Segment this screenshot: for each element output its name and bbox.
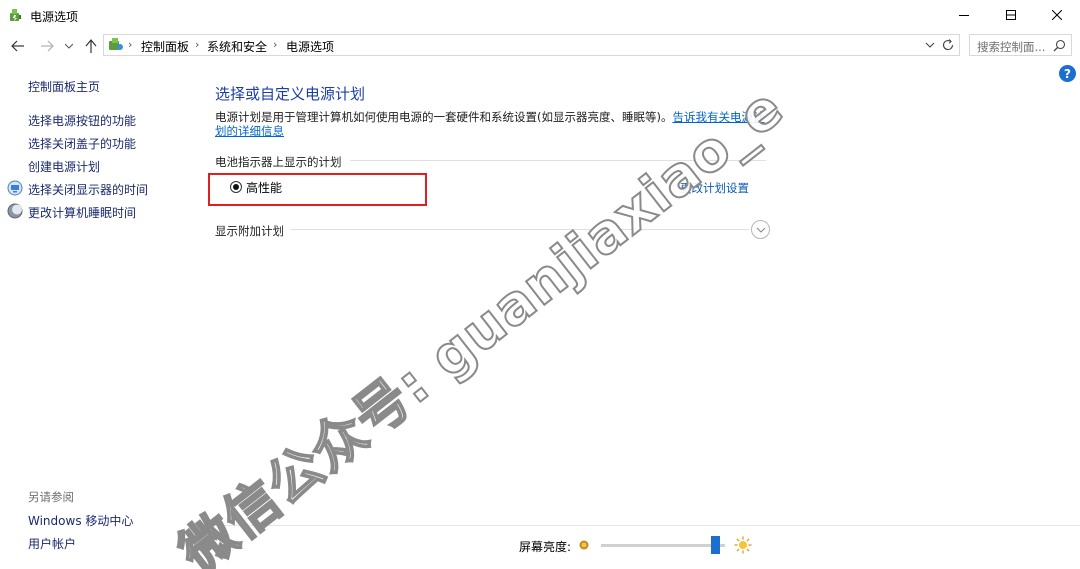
arrow-up-icon — [85, 39, 97, 53]
page-description: 电源计划是用于管理计算机如何使用电源的一套硬件和系统设置(如显示器亮度、睡眠等)… — [215, 110, 767, 138]
chevron-down-icon — [756, 227, 765, 233]
help-icon[interactable]: ? — [1059, 65, 1076, 82]
chevron-down-icon — [65, 43, 73, 49]
title-bar: 电源选项 — [0, 0, 1080, 30]
sidebar-item-sleep-time[interactable]: 更改计算机睡眠时间 — [28, 204, 136, 221]
plan-high-performance[interactable]: 高性能 — [230, 179, 282, 195]
minimize-button-area[interactable] — [941, 0, 987, 30]
screen-brightness-label: 屏幕亮度: — [519, 540, 572, 554]
breadcrumb-system-security[interactable]: 系统和安全 — [207, 38, 267, 55]
arrow-right-icon — [41, 40, 54, 52]
show-additional-plans-label[interactable]: 显示附加计划 — [215, 223, 284, 239]
close-button[interactable] — [1034, 0, 1080, 30]
main-content: ? 选择或自定义电源计划 电源计划是用于管理计算机如何使用电源的一套硬件和系统设… — [195, 62, 1080, 522]
search-placeholder: 搜索控制面... — [977, 40, 1046, 54]
dim-sun-icon — [579, 540, 589, 550]
section-divider — [350, 160, 766, 161]
sidebar-item-create-plan[interactable]: 创建电源计划 — [28, 158, 100, 175]
expand-additional-plans-button[interactable] — [751, 220, 770, 239]
breadcrumb-separator: › — [195, 38, 200, 51]
chevron-down-icon[interactable] — [923, 38, 937, 52]
minimize-icon — [959, 15, 969, 16]
recent-locations-button[interactable] — [62, 36, 76, 56]
plan-radio-selected[interactable] — [230, 181, 242, 193]
breadcrumb-control-panel[interactable]: 控制面板 — [141, 38, 189, 55]
plan-name: 高性能 — [246, 180, 283, 195]
moon-icon — [7, 203, 23, 219]
breadcrumb-separator: › — [273, 38, 278, 51]
back-button[interactable] — [8, 36, 28, 56]
sidebar-item-power-button[interactable]: 选择电源按钮的功能 — [28, 112, 136, 129]
refresh-icon[interactable] — [940, 37, 956, 53]
user-accounts-link[interactable]: 用户帐户 — [28, 535, 76, 552]
window-title: 电源选项 — [30, 10, 79, 24]
search-icon[interactable] — [1053, 39, 1066, 52]
address-bar[interactable]: › 控制面板 › 系统和安全 › 电源选项 — [103, 34, 960, 56]
control-panel-icon — [109, 38, 123, 50]
display-icon — [7, 180, 23, 196]
search-box[interactable]: 搜索控制面... — [969, 34, 1072, 56]
bright-sun-icon — [734, 536, 752, 554]
maximize-button[interactable] — [988, 0, 1034, 30]
power-options-icon — [10, 9, 21, 21]
maximize-icon — [1006, 10, 1016, 20]
description-text: 电源计划是用于管理计算机如何使用电源的一套硬件和系统设置(如显示器亮度、睡眠等)… — [215, 110, 673, 124]
windows-mobility-center-link[interactable]: Windows 移动中心 — [28, 512, 133, 529]
sidebar-item-display-off[interactable]: 选择关闭显示器的时间 — [28, 181, 148, 198]
section-divider — [291, 229, 749, 230]
brightness-slider-track[interactable] — [601, 544, 725, 547]
up-button[interactable] — [81, 36, 101, 56]
close-icon — [1052, 10, 1062, 20]
forward-button[interactable] — [37, 36, 57, 56]
page-title: 选择或自定义电源计划 — [215, 85, 366, 103]
left-navigation-pane: 控制面板主页 选择电源按钮的功能 选择关闭盖子的功能 创建电源计划 选择关闭显示… — [0, 62, 195, 569]
brightness-bar: 屏幕亮度: — [195, 525, 1080, 569]
power-options-window: 电源选项 › 控制面板 › 系统和安全 › 电源选项 搜索控制面... 控制面板… — [0, 0, 1080, 569]
sidebar-item-lid-close[interactable]: 选择关闭盖子的功能 — [28, 135, 136, 152]
arrow-left-icon — [11, 40, 24, 52]
control-panel-home-link[interactable]: 控制面板主页 — [28, 78, 100, 95]
see-also-label: 另请参阅 — [28, 490, 74, 504]
change-plan-settings-link[interactable]: 更改计划设置 — [680, 180, 749, 196]
breadcrumb-separator: › — [128, 38, 133, 51]
brightness-slider-thumb[interactable] — [710, 536, 720, 554]
battery-meter-plans-label: 电池指示器上显示的计划 — [215, 155, 342, 169]
breadcrumb-power-options[interactable]: 电源选项 — [286, 38, 334, 55]
navigation-bar: › 控制面板 › 系统和安全 › 电源选项 搜索控制面... — [0, 30, 1080, 62]
